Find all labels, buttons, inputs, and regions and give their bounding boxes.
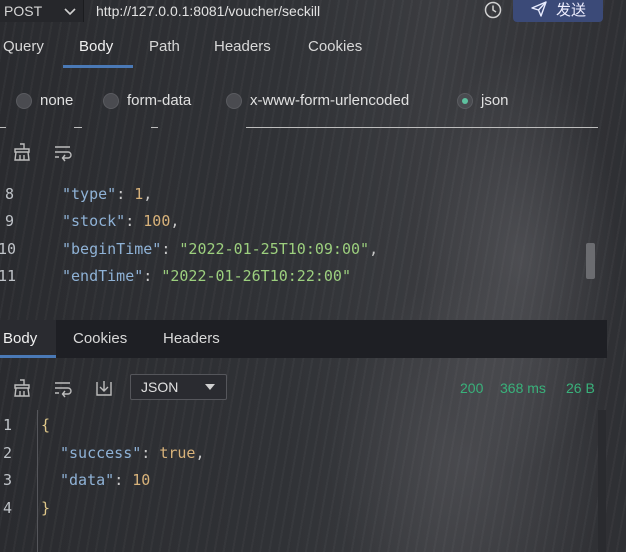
json-key: "endTime": [62, 267, 144, 285]
tab-body[interactable]: Body: [79, 38, 113, 55]
wrap-icon[interactable]: [53, 142, 73, 162]
request-url-bar: POST 发送: [0, 0, 626, 24]
json-value: true: [159, 444, 196, 462]
body-type-urlencoded[interactable]: x-www-form-urlencoded: [226, 92, 409, 109]
divider: [246, 127, 598, 128]
code-line: "stock": 100,: [62, 212, 180, 230]
code-line: "success": true,: [60, 444, 205, 462]
line-number: 10: [0, 240, 17, 258]
response-size: 26 B: [566, 380, 595, 396]
download-icon[interactable]: [94, 378, 114, 398]
line-number: 1: [3, 416, 13, 434]
body-type-label: none: [40, 92, 74, 109]
gutter-divider: [37, 410, 38, 552]
code-line: }: [41, 499, 51, 517]
json-punct: ,: [195, 444, 205, 462]
divider: [0, 127, 6, 128]
response-tab-body[interactable]: Body: [3, 330, 37, 347]
body-type-label: x-www-form-urlencoded: [250, 92, 410, 109]
json-key: "type": [62, 185, 117, 203]
body-type-form-data[interactable]: form-data: [103, 92, 191, 109]
tab-query[interactable]: Query: [3, 38, 44, 55]
method-select[interactable]: POST: [0, 0, 84, 22]
line-number: 11: [0, 267, 17, 285]
response-scrollbar[interactable]: [598, 410, 606, 552]
json-value: 1: [134, 185, 144, 203]
code-line: "data": 10: [60, 471, 151, 489]
radio-json-selected: [457, 92, 473, 109]
format-label: JSON: [141, 379, 179, 395]
response-time: 368 ms: [500, 380, 546, 396]
body-type-json[interactable]: json: [457, 92, 509, 109]
wrap-icon[interactable]: [53, 378, 73, 398]
method-label: POST: [4, 3, 43, 19]
tab-headers[interactable]: Headers: [214, 38, 271, 55]
send-label: 发送: [555, 1, 586, 19]
url-input[interactable]: [90, 0, 484, 22]
response-format-select[interactable]: JSON: [130, 374, 227, 400]
line-number: 8: [5, 185, 15, 203]
tab-cookies[interactable]: Cookies: [308, 38, 362, 55]
code-line: "beginTime": "2022-01-25T10:09:00",: [62, 240, 379, 258]
radio-urlencoded: [226, 92, 242, 109]
chevron-down-icon: [205, 384, 215, 390]
json-key: "data": [60, 471, 115, 489]
line-number: 3: [3, 471, 13, 489]
radio-none: [16, 92, 32, 109]
line-number: 4: [3, 499, 13, 517]
body-type-label: json: [481, 92, 509, 109]
divider: [151, 127, 158, 128]
line-number: 2: [3, 444, 13, 462]
json-key: "stock": [62, 212, 126, 230]
clear-icon[interactable]: [12, 378, 32, 398]
code-line: "endTime": "2022-01-26T10:22:00": [62, 267, 351, 285]
json-key: "success": [60, 444, 142, 462]
json-value: "2022-01-26T10:22:00": [161, 267, 351, 285]
json-value: 100: [143, 212, 171, 230]
body-type-none[interactable]: none: [16, 92, 73, 109]
clear-icon[interactable]: [12, 142, 32, 162]
status-code: 200: [460, 380, 484, 396]
response-tab-headers[interactable]: Headers: [163, 330, 220, 347]
response-tab-cookies[interactable]: Cookies: [73, 330, 127, 347]
code-line: {: [41, 416, 51, 434]
code-line: "type": 1,: [62, 185, 153, 203]
send-button[interactable]: 发送: [513, 0, 603, 22]
json-punct: ,: [143, 185, 153, 203]
chevron-down-icon: [64, 8, 76, 16]
json-punct: ,: [369, 240, 379, 258]
send-icon: [531, 1, 547, 17]
tab-path[interactable]: Path: [149, 38, 180, 55]
radio-form-data: [103, 92, 119, 109]
json-punct: ,: [170, 212, 180, 230]
response-active-tab-indicator: [0, 355, 56, 358]
history-icon[interactable]: [484, 1, 502, 19]
line-number: 9: [5, 212, 15, 230]
body-type-label: form-data: [127, 92, 192, 109]
request-scrollbar[interactable]: [586, 243, 595, 279]
json-value: "2022-01-25T10:09:00": [179, 240, 370, 258]
active-tab-indicator: [63, 65, 133, 68]
json-value: 10: [132, 471, 151, 489]
divider: [74, 127, 82, 128]
json-key: "beginTime": [62, 240, 162, 258]
